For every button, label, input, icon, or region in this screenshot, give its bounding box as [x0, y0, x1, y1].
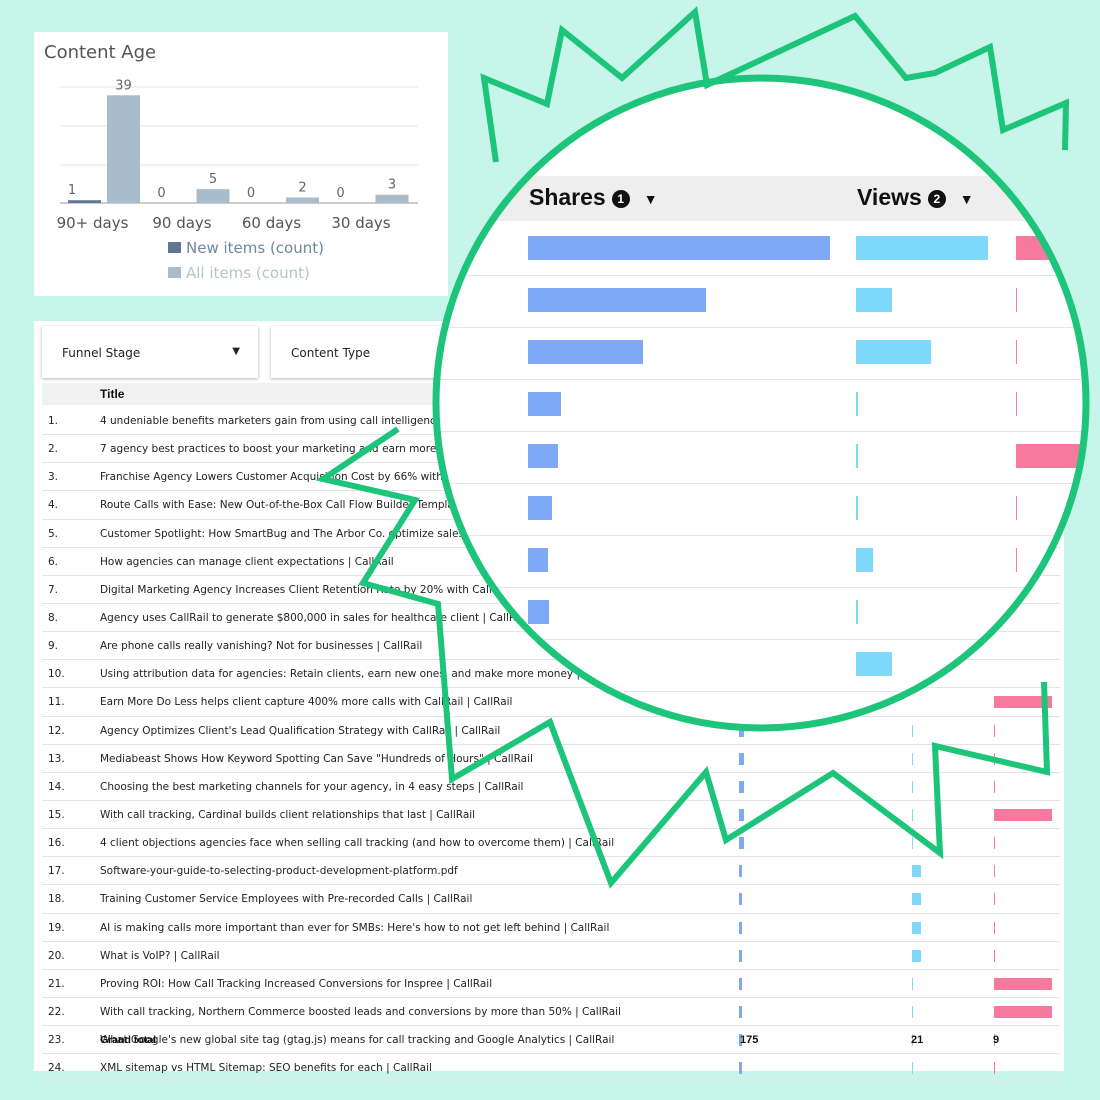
burst-outline-bottom — [315, 426, 1051, 889]
magnifier-ring — [432, 74, 1090, 732]
highlight-overlay — [315, 6, 1090, 889]
